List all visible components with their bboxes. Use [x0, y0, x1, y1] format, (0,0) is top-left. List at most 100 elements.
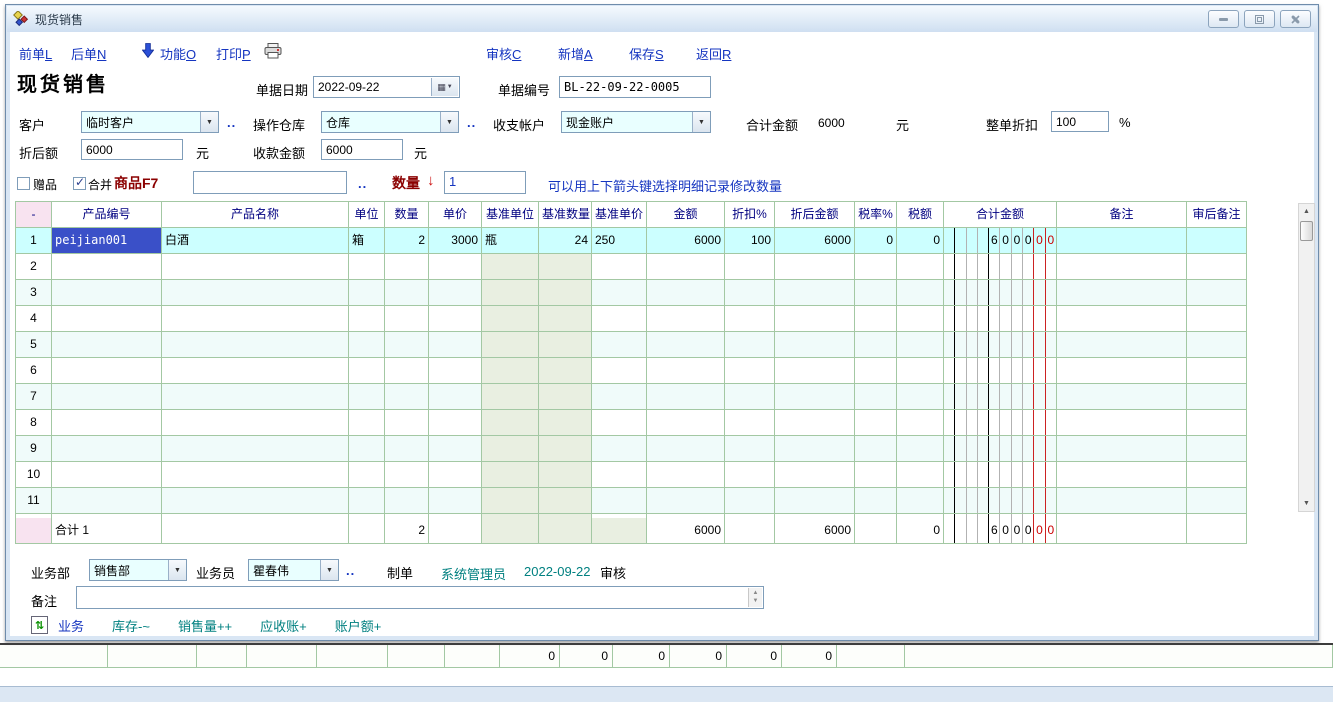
- cell-name[interactable]: [162, 488, 349, 514]
- cell-no[interactable]: 3: [16, 280, 52, 306]
- cell-after_discount[interactable]: [775, 332, 855, 358]
- salesperson-combo[interactable]: 瞿春伟▼: [248, 559, 339, 581]
- cell-qty[interactable]: [385, 384, 429, 410]
- cell-base_unit[interactable]: [482, 384, 539, 410]
- cell-tax[interactable]: [897, 436, 944, 462]
- function-button[interactable]: 功能O: [160, 44, 196, 63]
- cell-price[interactable]: [429, 280, 482, 306]
- grid-scrollbar[interactable]: ▲ ▼: [1298, 203, 1315, 512]
- cell-qty[interactable]: [385, 436, 429, 462]
- cell-code[interactable]: [52, 436, 162, 462]
- cell-discount[interactable]: [725, 306, 775, 332]
- maximize-button[interactable]: [1244, 10, 1275, 28]
- cell-digits[interactable]: [944, 384, 1057, 410]
- doc-no-input[interactable]: BL-22-09-22-0005: [559, 76, 711, 98]
- merge-checkbox[interactable]: [73, 177, 86, 190]
- cell-price[interactable]: [429, 358, 482, 384]
- cell-base_unit[interactable]: [482, 306, 539, 332]
- link-sales-volume[interactable]: 销售量++: [178, 616, 232, 635]
- cell-base_price[interactable]: [592, 358, 647, 384]
- cell-amount[interactable]: [647, 306, 725, 332]
- cell-note[interactable]: [1057, 306, 1187, 332]
- cell-amount[interactable]: [647, 332, 725, 358]
- chevron-down-icon[interactable]: ▼: [440, 112, 458, 132]
- cell-discount[interactable]: [725, 254, 775, 280]
- cell-no[interactable]: 5: [16, 332, 52, 358]
- cell-code[interactable]: [52, 280, 162, 306]
- cell-qty[interactable]: 2: [385, 228, 429, 254]
- cell-tax_rate[interactable]: [855, 306, 897, 332]
- cell-tax[interactable]: [897, 254, 944, 280]
- cell-base_price[interactable]: [592, 462, 647, 488]
- cell-digits[interactable]: [944, 410, 1057, 436]
- cell-unit[interactable]: [349, 384, 385, 410]
- whole-discount-input[interactable]: 100: [1051, 111, 1109, 132]
- cell-audit_note[interactable]: [1187, 280, 1247, 306]
- cell-after_discount[interactable]: [775, 254, 855, 280]
- cell-unit[interactable]: 箱: [349, 228, 385, 254]
- note-spinner[interactable]: ▲▼: [748, 588, 762, 607]
- cell-base_qty[interactable]: [539, 358, 592, 384]
- cell-amount[interactable]: [647, 410, 725, 436]
- cell-base_unit[interactable]: [482, 280, 539, 306]
- cell-audit_note[interactable]: [1187, 254, 1247, 280]
- cell-no[interactable]: 7: [16, 384, 52, 410]
- cell-digits[interactable]: [944, 280, 1057, 306]
- cell-audit_note[interactable]: [1187, 488, 1247, 514]
- cell-tax[interactable]: [897, 280, 944, 306]
- cell-amount[interactable]: [647, 384, 725, 410]
- link-receivable[interactable]: 应收账+: [260, 616, 307, 635]
- cell-base_price[interactable]: [592, 410, 647, 436]
- cell-note[interactable]: [1057, 358, 1187, 384]
- cell-tax[interactable]: 0: [897, 228, 944, 254]
- cell-tax[interactable]: [897, 358, 944, 384]
- cell-base_qty[interactable]: [539, 280, 592, 306]
- cell-audit_note[interactable]: [1187, 228, 1247, 254]
- cell-no[interactable]: 8: [16, 410, 52, 436]
- cell-discount[interactable]: [725, 462, 775, 488]
- cell-after_discount[interactable]: 6000: [775, 228, 855, 254]
- scrollbar-thumb[interactable]: [1300, 221, 1313, 241]
- cell-no[interactable]: 9: [16, 436, 52, 462]
- cell-price[interactable]: [429, 254, 482, 280]
- cell-price[interactable]: [429, 332, 482, 358]
- cell-tax_rate[interactable]: [855, 410, 897, 436]
- cell-discount[interactable]: [725, 436, 775, 462]
- cell-tax_rate[interactable]: [855, 332, 897, 358]
- cell-discount[interactable]: [725, 410, 775, 436]
- new-button[interactable]: 新增A: [558, 44, 593, 63]
- cell-unit[interactable]: [349, 332, 385, 358]
- cell-no[interactable]: 1: [16, 228, 52, 254]
- spinner-down-icon[interactable]: ▼: [753, 598, 759, 605]
- cell-note[interactable]: [1057, 410, 1187, 436]
- cell-base_price[interactable]: [592, 306, 647, 332]
- link-account-balance[interactable]: 账户额+: [335, 616, 382, 635]
- cell-base_price[interactable]: [592, 332, 647, 358]
- account-combo[interactable]: 现金账户▼: [561, 111, 711, 133]
- scroll-up-icon[interactable]: ▲: [1299, 204, 1314, 219]
- cell-code[interactable]: [52, 462, 162, 488]
- cell-code[interactable]: [52, 488, 162, 514]
- warehouse-lookup-button[interactable]: ..: [467, 115, 476, 130]
- cell-digits[interactable]: [944, 254, 1057, 280]
- cell-no[interactable]: 2: [16, 254, 52, 280]
- cell-tax[interactable]: [897, 462, 944, 488]
- cell-name[interactable]: [162, 436, 349, 462]
- cell-name[interactable]: [162, 332, 349, 358]
- cell-amount[interactable]: [647, 280, 725, 306]
- cell-qty[interactable]: [385, 280, 429, 306]
- cell-qty[interactable]: [385, 410, 429, 436]
- cell-unit[interactable]: [349, 358, 385, 384]
- cell-tax[interactable]: [897, 410, 944, 436]
- document-sync-icon[interactable]: ⇅: [31, 616, 48, 634]
- cell-qty[interactable]: [385, 332, 429, 358]
- cell-name[interactable]: [162, 462, 349, 488]
- cell-code[interactable]: [52, 384, 162, 410]
- cell-audit_note[interactable]: [1187, 332, 1247, 358]
- cell-after_discount[interactable]: [775, 280, 855, 306]
- cell-qty[interactable]: [385, 254, 429, 280]
- cell-after_discount[interactable]: [775, 462, 855, 488]
- cell-qty[interactable]: [385, 306, 429, 332]
- cell-amount[interactable]: [647, 254, 725, 280]
- cell-price[interactable]: [429, 410, 482, 436]
